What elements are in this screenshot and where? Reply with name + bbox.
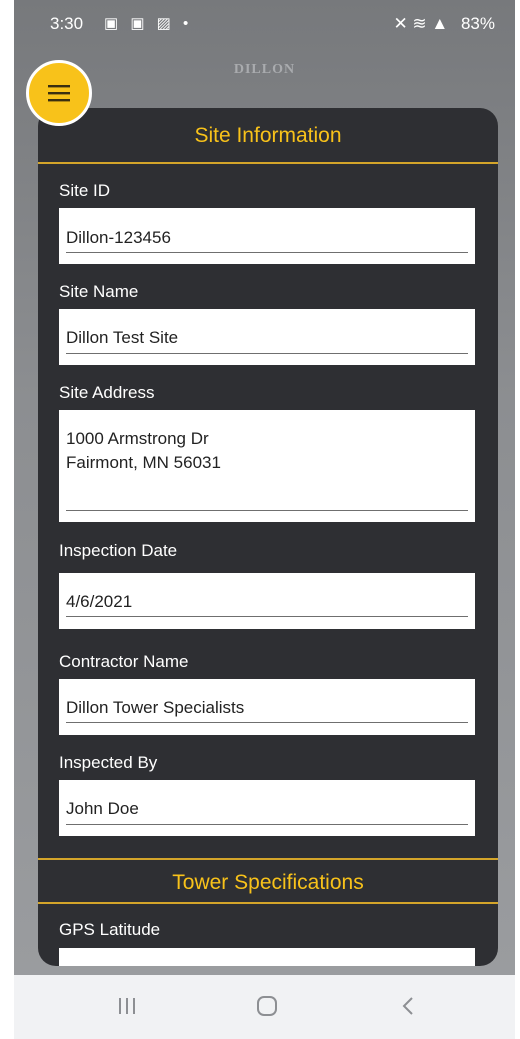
battery-level: 83% (460, 14, 495, 33)
phone-screen: 3:30 ▣ ▣ ▨ • ✕ ≋ ▲ 83% DILLON Site Infor… (14, 0, 515, 975)
back-icon (401, 995, 415, 1022)
site-id-value: Dillon-123456 (66, 228, 171, 247)
form-panel: Site Information Site ID Dillon-123456 S… (38, 108, 498, 966)
section-header-tower-specifications: Tower Specifications (38, 858, 498, 904)
menu-button[interactable] (26, 60, 92, 126)
recents-button[interactable] (107, 995, 147, 1021)
status-right: ✕ ≋ ▲ 83% (385, 14, 495, 34)
field-underline (66, 722, 468, 723)
home-icon (255, 994, 279, 1023)
gps-latitude-label: GPS Latitude (59, 920, 161, 939)
field-underline (66, 510, 468, 511)
recent-apps-icon (116, 996, 138, 1021)
contractor-name-label: Contractor Name (59, 652, 189, 671)
notification-icons: ▣ ▣ ▨ • (104, 15, 193, 32)
inspection-date-label: Inspection Date (59, 541, 178, 560)
section-header-site-information: Site Information (38, 108, 498, 164)
site-name-value: Dillon Test Site (66, 328, 179, 347)
hamburger-menu-icon (48, 84, 70, 102)
contractor-name-field[interactable]: Dillon Tower Specialists (59, 679, 475, 735)
inspected-by-label: Inspected By (59, 753, 158, 772)
brand-logo: DILLON (233, 62, 296, 77)
status-bar: 3:30 ▣ ▣ ▨ • ✕ ≋ ▲ 83% (14, 0, 515, 48)
inspection-date-field[interactable]: 4/6/2021 (59, 573, 475, 629)
inspected-by-value: John Doe (66, 799, 139, 818)
inspection-date-value: 4/6/2021 (66, 592, 133, 611)
signal-icons: ✕ ≋ ▲ (393, 14, 449, 33)
site-name-label: Site Name (59, 282, 139, 301)
status-time: 3:30 (50, 14, 84, 33)
home-button[interactable] (247, 995, 287, 1021)
field-underline (66, 252, 468, 253)
site-address-field[interactable]: 1000 Armstrong Dr Fairmont, MN 56031 (59, 410, 475, 522)
site-name-field[interactable]: Dillon Test Site (59, 309, 475, 365)
field-underline (66, 616, 468, 617)
field-underline (66, 353, 468, 354)
field-underline (66, 824, 468, 825)
back-button[interactable] (388, 995, 428, 1021)
gps-latitude-field[interactable] (59, 948, 475, 966)
site-address-label: Site Address (59, 383, 155, 402)
site-id-field[interactable]: Dillon-123456 (59, 208, 475, 264)
site-id-label: Site ID (59, 181, 111, 200)
contractor-name-value: Dillon Tower Specialists (66, 698, 245, 717)
site-address-value: 1000 Armstrong Dr Fairmont, MN 56031 (66, 429, 221, 472)
inspected-by-field[interactable]: John Doe (59, 780, 475, 836)
system-nav-bar (14, 975, 515, 1039)
